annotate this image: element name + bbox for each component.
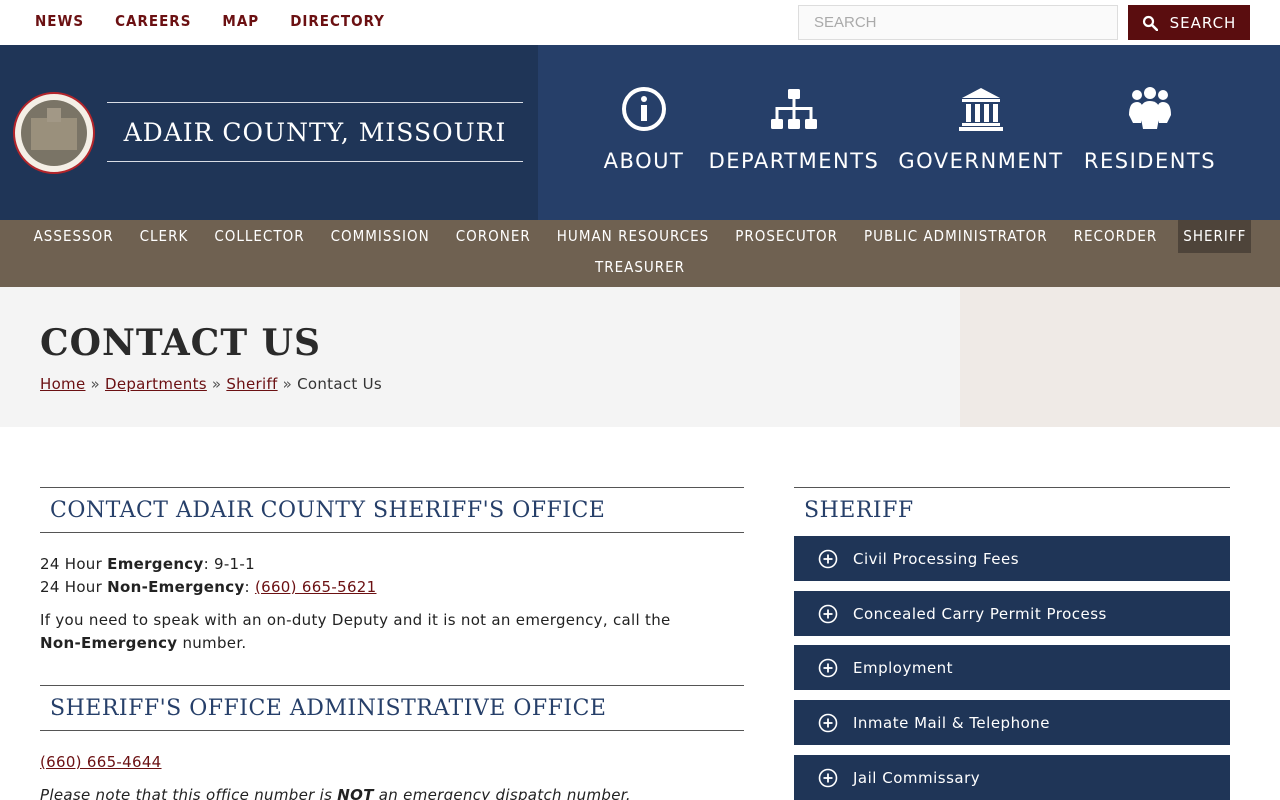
county-seal-logo[interactable]: [13, 92, 95, 174]
utility-links: NEWS CAREERS MAP DIRECTORY: [35, 12, 385, 30]
office-prosecutor[interactable]: PROSECUTOR: [730, 220, 843, 253]
page-title: CONTACT US: [40, 322, 322, 364]
title-band-decoration: [960, 287, 1280, 427]
emergency-number: : 9-1-1: [203, 555, 255, 573]
breadcrumb-separator: »: [90, 375, 100, 393]
office-nav-row: TREASURER: [0, 256, 1280, 284]
admin-phone-link[interactable]: (660) 665-4644: [40, 753, 162, 771]
office-coroner[interactable]: CORONER: [451, 220, 536, 253]
office-commission[interactable]: COMMISSION: [326, 220, 435, 253]
emergency-line: 24 Hour Emergency: 9-1-1: [40, 553, 744, 576]
sidebar-item-label: Inmate Mail & Telephone: [853, 713, 1050, 732]
nav-government[interactable]: GOVERNMENT: [892, 85, 1070, 173]
breadcrumb-sheriff[interactable]: Sheriff: [226, 375, 277, 393]
top-utility-bar: NEWS CAREERS MAP DIRECTORY SEARCH: [0, 0, 1280, 45]
seal-image: [21, 100, 87, 166]
office-assessor[interactable]: ASSESSOR: [29, 220, 119, 253]
office-public-administrator[interactable]: PUBLIC ADMINISTRATOR: [859, 220, 1053, 253]
nav-government-label: GOVERNMENT: [898, 149, 1064, 173]
main-nav: ABOUT DEPARTMENTS GOVERNMENT RESIDENTS: [592, 85, 1230, 173]
nav-departments[interactable]: DEPARTMENTS: [696, 85, 892, 173]
sidebar-item-civil-processing-fees[interactable]: Civil Processing Fees: [794, 536, 1230, 581]
breadcrumb-separator: »: [282, 375, 293, 393]
nav-residents-label: RESIDENTS: [1083, 149, 1217, 173]
office-treasurer[interactable]: TREASURER: [590, 256, 690, 284]
admin-section-title: SHERIFF'S OFFICE ADMINISTRATIVE OFFICE: [50, 695, 607, 721]
instructions-end: number.: [177, 634, 247, 652]
non-emergency-line: 24 Hour Non-Emergency: (660) 665-5621: [40, 576, 744, 599]
news-link[interactable]: NEWS: [35, 12, 84, 30]
sidebar-item-jail-commissary[interactable]: Jail Commissary: [794, 755, 1230, 800]
info-icon: [622, 87, 666, 131]
map-link[interactable]: MAP: [222, 12, 259, 30]
office-nav-row: ASSESSOR CLERK COLLECTOR COMMISSION CORO…: [0, 220, 1280, 253]
non-emergency-colon: :: [244, 578, 255, 596]
sidebar-item-label: Concealed Carry Permit Process: [853, 604, 1107, 623]
sidebar-item-employment[interactable]: Employment: [794, 645, 1230, 690]
careers-link[interactable]: CAREERS: [115, 12, 191, 30]
note-end: an emergency dispatch number.: [373, 786, 631, 800]
nav-departments-label: DEPARTMENTS: [708, 149, 880, 173]
plus-circle-icon: [818, 658, 838, 677]
sidebar-heading: SHERIFF: [794, 487, 1230, 533]
sidebar-item-label: Employment: [853, 658, 954, 677]
search-button-label: SEARCH: [1169, 13, 1237, 32]
non-emergency-prefix: 24 Hour: [40, 578, 108, 596]
sidebar-item-label: Civil Processing Fees: [853, 549, 1020, 568]
sidebar-item-concealed-carry[interactable]: Concealed Carry Permit Process: [794, 591, 1230, 636]
directory-link[interactable]: DIRECTORY: [290, 12, 385, 30]
org-chart-icon: [771, 89, 817, 129]
plus-circle-icon: [818, 713, 838, 732]
contact-section-title: CONTACT ADAIR COUNTY SHERIFF'S OFFICE: [50, 497, 606, 523]
emergency-label: Emergency: [107, 555, 204, 573]
search-icon: [1142, 15, 1158, 31]
office-nav: ASSESSOR CLERK COLLECTOR COMMISSION CORO…: [0, 220, 1280, 287]
deputy-instructions: If you need to speak with an on-duty Dep…: [40, 609, 690, 655]
breadcrumb-current: Contact Us: [297, 375, 383, 393]
office-sheriff[interactable]: SHERIFF: [1178, 220, 1252, 253]
contact-section-heading: CONTACT ADAIR COUNTY SHERIFF'S OFFICE: [40, 487, 744, 533]
people-group-icon: [1129, 87, 1171, 129]
breadcrumb: Home» Departments» Sheriff» Contact Us: [40, 375, 382, 393]
note-bold: NOT: [337, 786, 374, 800]
sidebar-item-inmate-mail[interactable]: Inmate Mail & Telephone: [794, 700, 1230, 745]
emergency-prefix: 24 Hour: [40, 555, 108, 573]
county-title[interactable]: ADAIR COUNTY, MISSOURI: [124, 118, 507, 147]
admin-section-heading: SHERIFF'S OFFICE ADMINISTRATIVE OFFICE: [40, 685, 744, 731]
plus-circle-icon: [818, 549, 838, 568]
nav-about[interactable]: ABOUT: [592, 85, 696, 173]
instructions-bold: Non-Emergency: [40, 634, 178, 652]
office-collector[interactable]: COLLECTOR: [209, 220, 309, 253]
nav-residents[interactable]: RESIDENTS: [1070, 85, 1230, 173]
plus-circle-icon: [818, 604, 838, 623]
admin-phone-line: (660) 665-4644: [40, 751, 744, 774]
office-clerk[interactable]: CLERK: [135, 220, 194, 253]
capitol-building-icon: [959, 88, 1003, 131]
office-recorder[interactable]: RECORDER: [1069, 220, 1163, 253]
non-emergency-phone-link[interactable]: (660) 665-5621: [255, 578, 377, 596]
breadcrumb-separator: »: [211, 375, 222, 393]
search-input[interactable]: [798, 5, 1118, 40]
search-button[interactable]: SEARCH: [1128, 5, 1250, 40]
non-emergency-label: Non-Emergency: [107, 578, 245, 596]
plus-circle-icon: [818, 768, 838, 787]
nav-about-label: ABOUT: [603, 149, 685, 173]
county-title-frame: ADAIR COUNTY, MISSOURI: [107, 102, 523, 162]
office-human-resources[interactable]: HUMAN RESOURCES: [552, 220, 714, 253]
sidebar-title: SHERIFF: [804, 498, 914, 523]
instructions-text: If you need to speak with an on-duty Dep…: [40, 611, 671, 629]
note-prefix: Please note that this office number is: [40, 786, 338, 800]
breadcrumb-departments[interactable]: Departments: [105, 375, 207, 393]
dispatch-note: Please note that this office number is N…: [40, 784, 744, 800]
breadcrumb-home[interactable]: Home: [40, 375, 86, 393]
sidebar-item-label: Jail Commissary: [853, 768, 981, 787]
